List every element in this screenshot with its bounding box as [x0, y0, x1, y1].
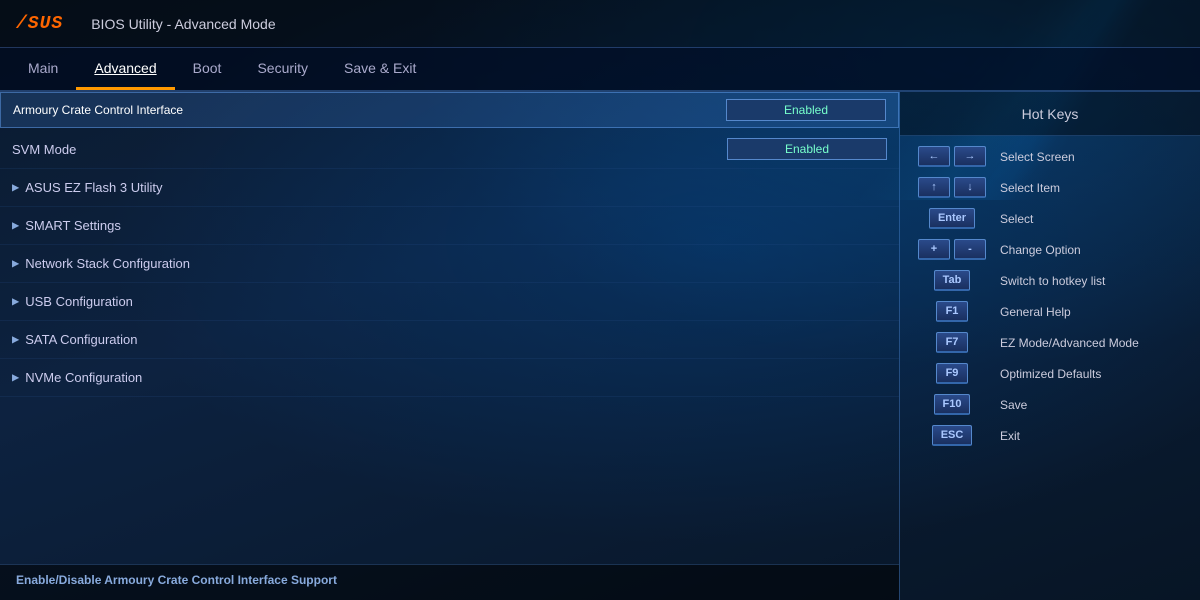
- left-panel: Armoury Crate Control Interface Enabled …: [0, 92, 900, 600]
- hotkey-keys-select-item: ↑↓: [912, 177, 992, 198]
- key-button[interactable]: +: [918, 239, 950, 260]
- hotkey-description: Switch to hotkey list: [1000, 274, 1105, 288]
- menu-rows: SVM ModeEnabled▶ASUS EZ Flash 3 Utility▶…: [0, 130, 899, 564]
- bios-title: BIOS Utility - Advanced Mode: [91, 16, 275, 32]
- menu-row-usb-config[interactable]: ▶ USB Configuration: [0, 283, 899, 321]
- hotkey-keys-select-screen: ←→: [912, 146, 992, 167]
- right-panel: Hot Keys ←→ Select Screen ↑↓ Select Item Ent…: [900, 92, 1200, 600]
- arrow-icon: ▶: [12, 180, 19, 195]
- hotkey-keys-hotkey-list: Tab: [912, 270, 992, 291]
- nav-item-advanced[interactable]: Advanced: [76, 48, 174, 90]
- header: /SUS BIOS Utility - Advanced Mode: [0, 0, 1200, 48]
- hotkey-description: Select Item: [1000, 181, 1060, 195]
- hotkey-description: EZ Mode/Advanced Mode: [1000, 336, 1139, 350]
- status-bar: Enable/Disable Armoury Crate Control Int…: [0, 564, 899, 600]
- hotkeys-list: ←→ Select Screen ↑↓ Select Item Enter Select +…: [900, 136, 1200, 600]
- menu-row-ez-flash[interactable]: ▶ ASUS EZ Flash 3 Utility: [0, 169, 899, 207]
- selected-row-label: Armoury Crate Control Interface: [13, 103, 726, 117]
- nav-item-main[interactable]: Main: [10, 48, 76, 90]
- hotkey-row-change-option: +-Change Option: [912, 239, 1188, 260]
- key-button[interactable]: F7: [936, 332, 968, 353]
- menu-row-label: SATA Configuration: [25, 332, 887, 347]
- hotkey-row-general-help: F1 General Help: [912, 301, 1188, 322]
- key-button[interactable]: ←: [918, 146, 950, 167]
- selected-row-value[interactable]: Enabled: [726, 99, 886, 121]
- key-button[interactable]: ↑: [918, 177, 950, 198]
- arrow-icon: ▶: [12, 256, 19, 271]
- key-button[interactable]: ↓: [954, 177, 986, 198]
- hotkey-description: Exit: [1000, 429, 1020, 443]
- hotkey-row-select: Enter Select: [912, 208, 1188, 229]
- arrow-icon: ▶: [12, 218, 19, 233]
- hotkeys-header: Hot Keys: [900, 92, 1200, 136]
- hotkey-row-select-item: ↑↓ Select Item: [912, 177, 1188, 198]
- hotkey-row-ez-advanced-mode: F7 EZ Mode/Advanced Mode: [912, 332, 1188, 353]
- hotkey-row-hotkey-list: Tab Switch to hotkey list: [912, 270, 1188, 291]
- menu-row-value[interactable]: Enabled: [727, 138, 887, 160]
- hotkey-description: Change Option: [1000, 243, 1081, 257]
- menu-row-smart-settings[interactable]: ▶ SMART Settings: [0, 207, 899, 245]
- nav-item-save-exit[interactable]: Save & Exit: [326, 48, 434, 90]
- menu-row-network-stack[interactable]: ▶ Network Stack Configuration: [0, 245, 899, 283]
- hotkey-row-select-screen: ←→ Select Screen: [912, 146, 1188, 167]
- selected-row[interactable]: Armoury Crate Control Interface Enabled: [0, 92, 899, 128]
- hotkey-keys-change-option: +-: [912, 239, 992, 260]
- navbar: MainAdvancedBootSecuritySave & Exit: [0, 48, 1200, 92]
- menu-row-label: SMART Settings: [25, 218, 887, 233]
- menu-row-label: Network Stack Configuration: [25, 256, 887, 271]
- key-button[interactable]: F10: [934, 394, 971, 415]
- menu-row-label: SVM Mode: [12, 142, 727, 157]
- menu-row-label: ASUS EZ Flash 3 Utility: [25, 180, 887, 195]
- hotkey-row-exit: ESC Exit: [912, 425, 1188, 446]
- menu-row-nvme-config[interactable]: ▶ NVMe Configuration: [0, 359, 899, 397]
- hotkey-keys-ez-advanced-mode: F7: [912, 332, 992, 353]
- menu-row-svm-mode[interactable]: SVM ModeEnabled: [0, 130, 899, 169]
- key-button[interactable]: Tab: [934, 270, 971, 291]
- logo-text: /SUS: [16, 14, 63, 34]
- hotkey-row-save: F10 Save: [912, 394, 1188, 415]
- hotkey-row-optimized-defaults: F9 Optimized Defaults: [912, 363, 1188, 384]
- arrow-icon: ▶: [12, 370, 19, 385]
- hotkey-description: Save: [1000, 398, 1027, 412]
- key-button[interactable]: F9: [936, 363, 968, 384]
- nav-item-security[interactable]: Security: [239, 48, 326, 90]
- hotkey-keys-select: Enter: [912, 208, 992, 229]
- hotkeys-title: Hot Keys: [1022, 106, 1079, 122]
- arrow-icon: ▶: [12, 294, 19, 309]
- arrow-icon: ▶: [12, 332, 19, 347]
- hotkey-keys-optimized-defaults: F9: [912, 363, 992, 384]
- key-button[interactable]: -: [954, 239, 986, 260]
- hotkey-description: Optimized Defaults: [1000, 367, 1101, 381]
- key-button[interactable]: F1: [936, 301, 968, 322]
- key-button[interactable]: Enter: [929, 208, 975, 229]
- key-button[interactable]: ESC: [932, 425, 973, 446]
- content-area: Armoury Crate Control Interface Enabled …: [0, 92, 1200, 600]
- hotkey-keys-general-help: F1: [912, 301, 992, 322]
- menu-row-label: USB Configuration: [25, 294, 887, 309]
- hotkey-description: General Help: [1000, 305, 1071, 319]
- hotkey-description: Select: [1000, 212, 1033, 226]
- nav-item-boot[interactable]: Boot: [175, 48, 240, 90]
- menu-row-sata-config[interactable]: ▶ SATA Configuration: [0, 321, 899, 359]
- hotkey-description: Select Screen: [1000, 150, 1075, 164]
- key-button[interactable]: →: [954, 146, 986, 167]
- logo: /SUS: [16, 14, 63, 34]
- hotkey-keys-save: F10: [912, 394, 992, 415]
- menu-row-label: NVMe Configuration: [25, 370, 887, 385]
- status-text: Enable/Disable Armoury Crate Control Int…: [16, 573, 337, 587]
- hotkey-keys-exit: ESC: [912, 425, 992, 446]
